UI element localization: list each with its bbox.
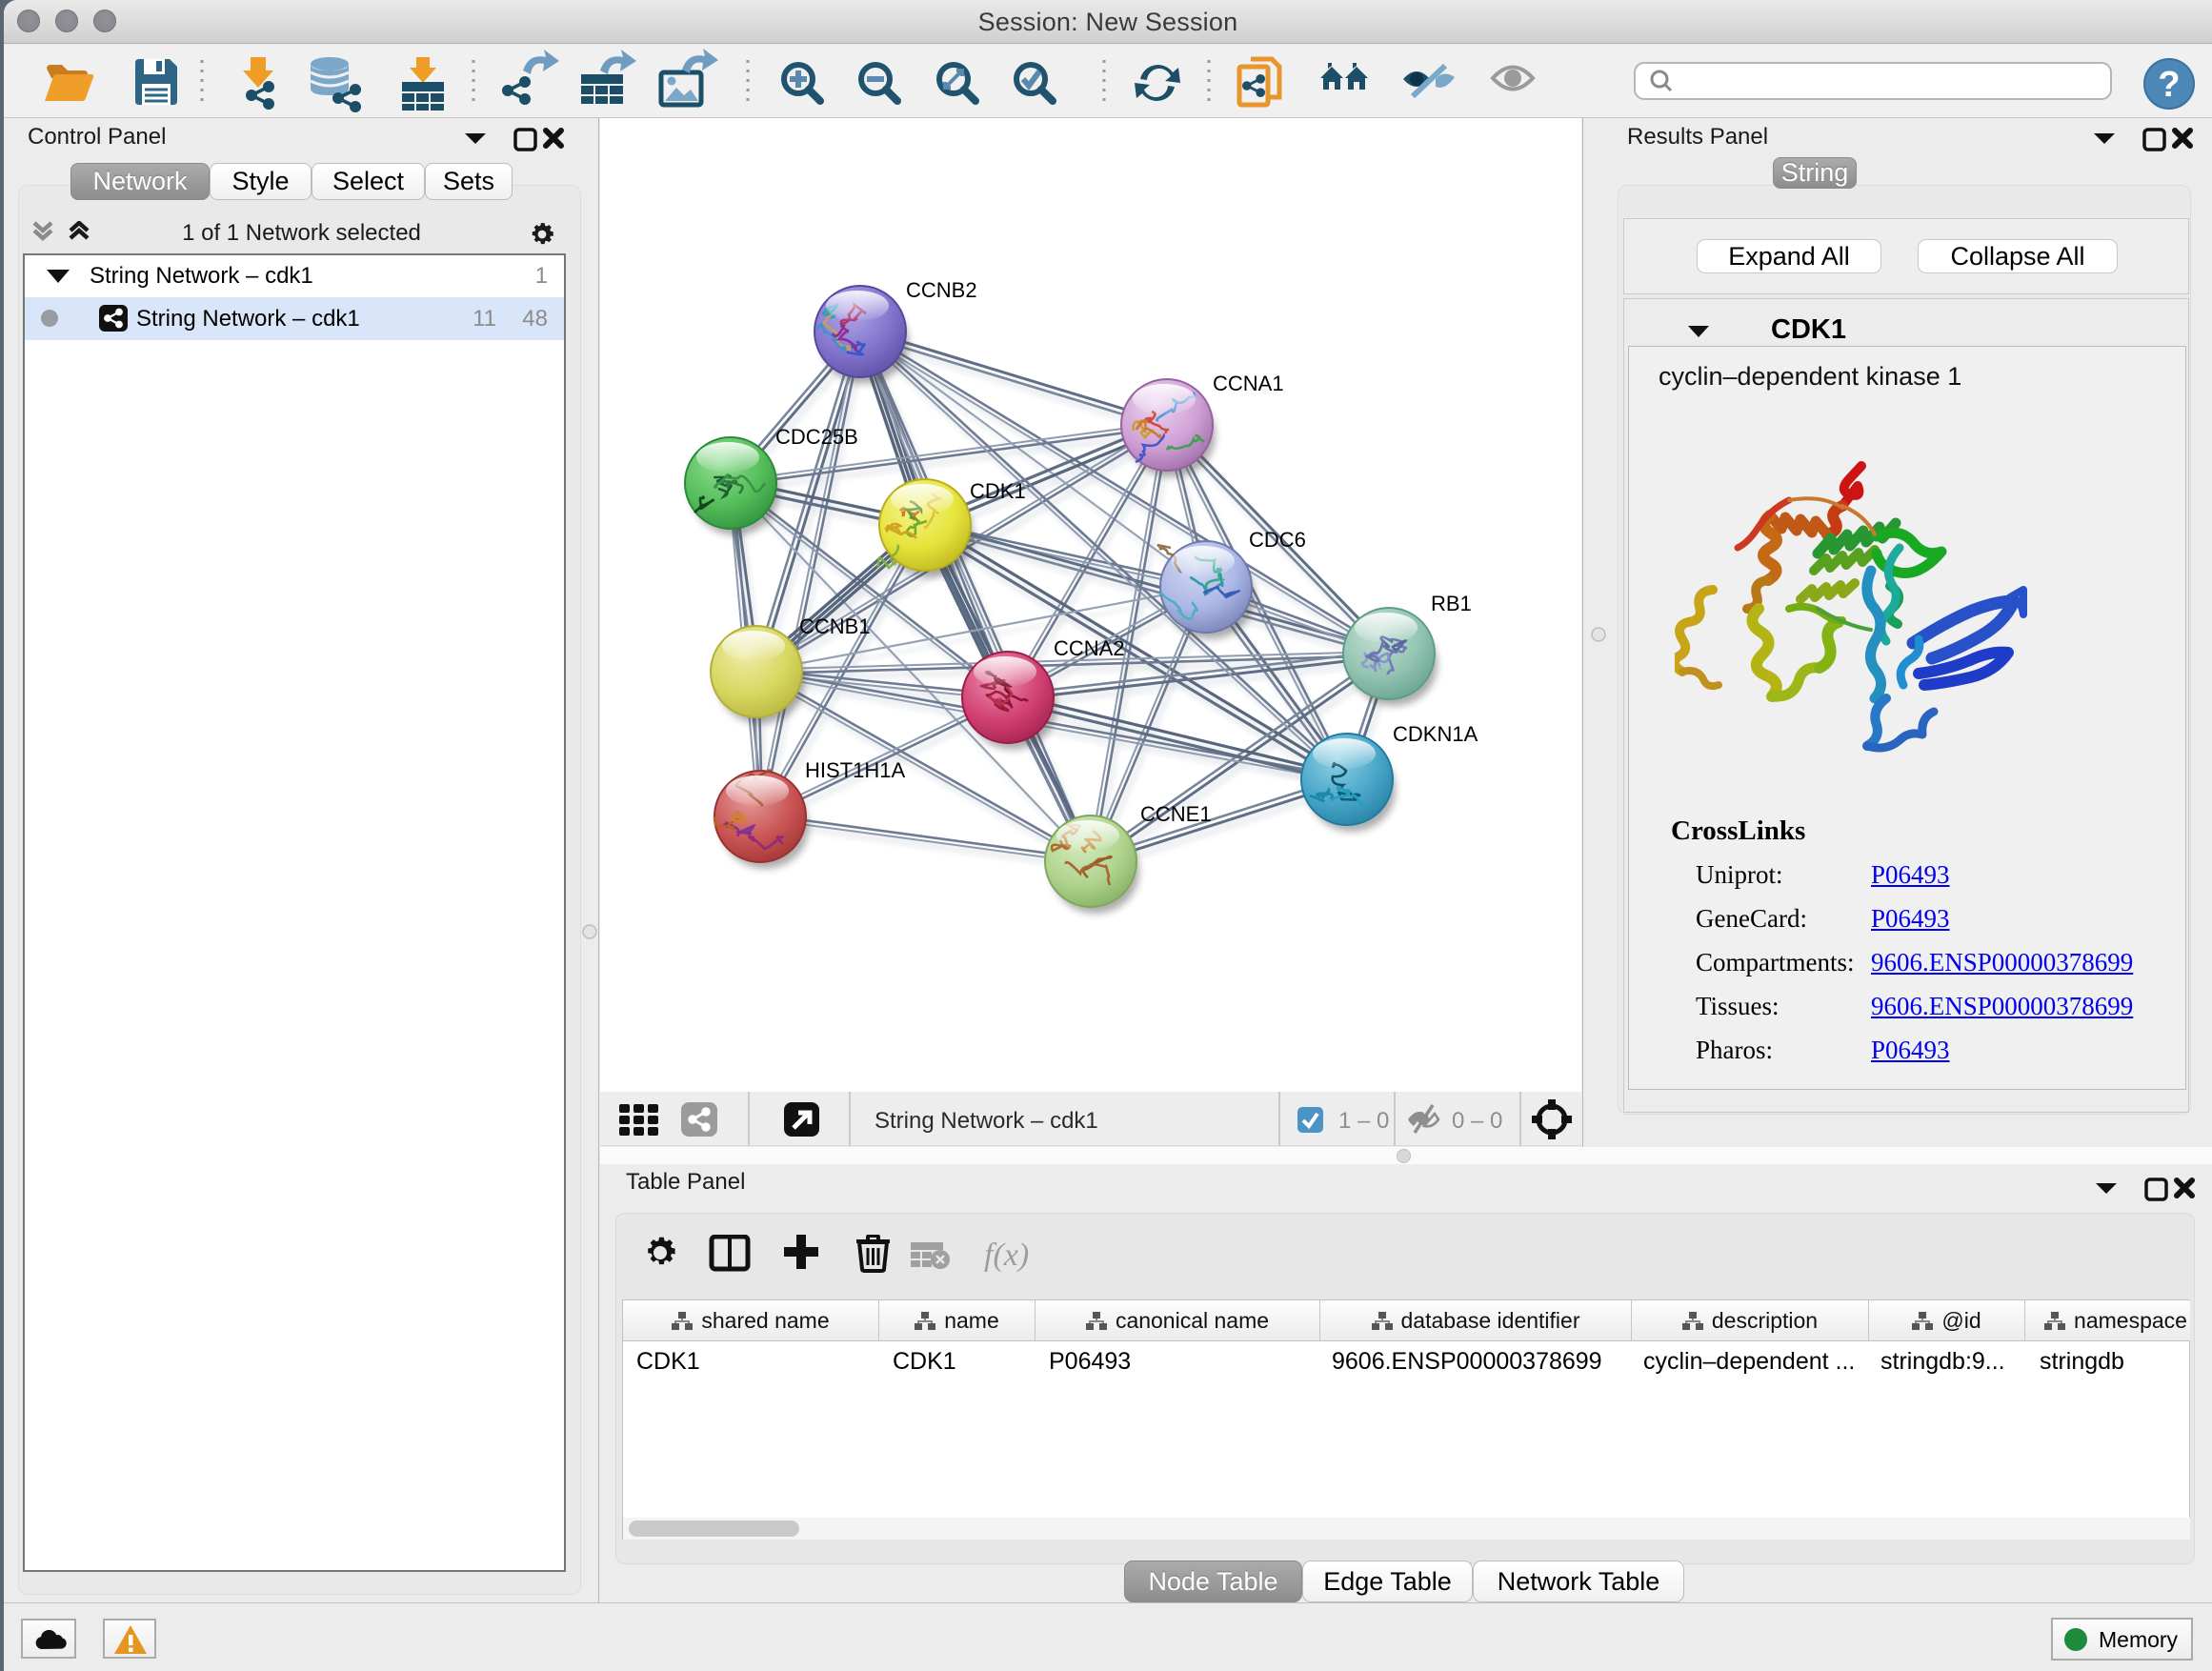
svg-text:?: ?: [2158, 65, 2180, 105]
svg-text:CCNB2: CCNB2: [906, 278, 977, 302]
svg-text:f(x): f(x): [984, 1238, 1029, 1273]
svg-text:CCNA2: CCNA2: [1054, 636, 1125, 660]
svg-text:CCNE1: CCNE1: [1140, 802, 1212, 826]
svg-text:CCNA1: CCNA1: [1213, 372, 1284, 395]
svg-text:1 – 0: 1 – 0: [1338, 1108, 1389, 1134]
svg-text:CDC25B: CDC25B: [775, 425, 858, 449]
svg-text:CDK1: CDK1: [970, 479, 1026, 503]
svg-text:CDKN1A: CDKN1A: [1393, 722, 1478, 746]
svg-text:String Network – cdk1: String Network – cdk1: [875, 1108, 1098, 1134]
svg-text:HIST1H1A: HIST1H1A: [805, 758, 905, 782]
svg-text:0 – 0: 0 – 0: [1452, 1108, 1502, 1134]
svg-text:CCNB1: CCNB1: [799, 614, 871, 638]
svg-text:CDC6: CDC6: [1249, 528, 1306, 552]
svg-text:RB1: RB1: [1431, 592, 1472, 615]
